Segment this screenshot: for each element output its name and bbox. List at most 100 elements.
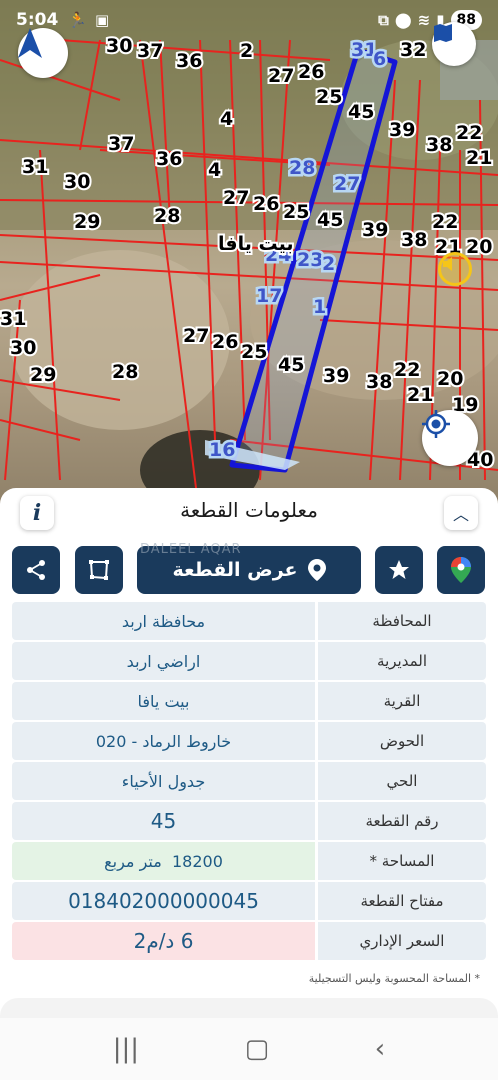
cast-icon: ⧉ [378, 11, 389, 29]
village-map-label: بيت يافا [218, 233, 293, 255]
svg-text:22: 22 [432, 211, 458, 233]
svg-text:26: 26 [253, 193, 279, 215]
row-label: مفتاح القطعة [318, 882, 486, 920]
row-area: المساحة * 18200 متر مربع [12, 842, 486, 880]
svg-text:21: 21 [407, 384, 433, 406]
home-icon[interactable]: ▢ [245, 1034, 270, 1064]
svg-text:38: 38 [366, 371, 392, 393]
row-label: الحوض [318, 722, 486, 760]
status-bar: 5:04 🏃 ▣ ⧉ ⬤ ≋ ▮ 88 [0, 0, 498, 40]
share-button[interactable] [12, 546, 60, 594]
map-layers-icon [434, 24, 452, 42]
row-value: 6 د/م2 [12, 922, 315, 960]
svg-text:30: 30 [64, 171, 90, 193]
area-note: * المساحة المحسوبة وليس التسجيلية [308, 972, 480, 985]
svg-text:27: 27 [334, 173, 360, 195]
location-pin-icon [307, 559, 326, 581]
watermark-text: DALEEL AQAR [140, 542, 242, 557]
compass-icon [18, 28, 42, 58]
svg-text:16: 16 [209, 439, 235, 461]
bottom-tabs-peek[interactable] [0, 998, 498, 1018]
svg-text:38: 38 [401, 229, 427, 251]
audio-guide-button[interactable] [438, 252, 472, 286]
svg-text:39: 39 [389, 119, 415, 141]
row-label: المساحة * [318, 842, 486, 880]
recent-apps-icon[interactable]: ||| [113, 1034, 139, 1064]
svg-text:29: 29 [74, 211, 100, 233]
row-value: 18200 متر مربع [12, 842, 315, 880]
system-nav-bar: ||| ▢ ‹ [0, 1018, 498, 1080]
screen-record-icon: ▣ [94, 11, 110, 29]
svg-text:45: 45 [348, 101, 374, 123]
row-value: 018402000000045 [12, 882, 315, 920]
svg-text:21: 21 [466, 147, 492, 169]
row-value: اراضي اربد [12, 642, 315, 680]
svg-text:23: 23 [297, 249, 323, 271]
svg-text:2: 2 [322, 253, 335, 275]
svg-text:22: 22 [456, 122, 482, 144]
my-location-button[interactable] [422, 410, 478, 466]
row-value: 45 [12, 802, 315, 840]
svg-text:28: 28 [154, 205, 180, 227]
svg-text:31: 31 [0, 308, 26, 330]
svg-text:4: 4 [220, 108, 233, 130]
svg-text:39: 39 [323, 365, 349, 387]
speaker-icon [443, 257, 452, 271]
svg-text:26: 26 [298, 61, 324, 83]
share-icon [27, 560, 45, 580]
svg-text:28: 28 [289, 157, 315, 179]
svg-text:36: 36 [156, 148, 182, 170]
layers-button[interactable] [432, 22, 476, 66]
row-label: القرية [318, 682, 486, 720]
svg-text:37: 37 [137, 40, 163, 62]
svg-text:20: 20 [437, 368, 463, 390]
svg-text:36: 36 [176, 50, 202, 72]
parcel-info-sheet: i معلومات القطعة ︿ عرض القطعة DALEEL AQA… [0, 488, 498, 1028]
polygon-icon [89, 560, 109, 580]
row-value: بيت يافا [12, 682, 315, 720]
google-maps-icon [451, 557, 471, 583]
back-icon[interactable]: ‹ [375, 1034, 385, 1064]
my-location-icon [422, 410, 450, 438]
svg-text:4: 4 [208, 159, 221, 181]
svg-text:22: 22 [394, 359, 420, 381]
row-value: خاروط الرماد - 020 [12, 722, 315, 760]
svg-text:1: 1 [313, 296, 326, 318]
compass-button[interactable] [18, 28, 68, 78]
svg-text:30: 30 [10, 337, 36, 359]
row-value: جدول الأحياء [12, 762, 315, 800]
draw-polygon-button[interactable] [75, 546, 123, 594]
chevron-up-icon: ︿ [452, 505, 469, 524]
svg-text:27: 27 [223, 187, 249, 209]
row-label: السعر الإداري [318, 922, 486, 960]
row-directorate: المديرية اراضي اربد [12, 642, 486, 680]
svg-text:20: 20 [466, 236, 492, 258]
show-parcel-label: عرض القطعة [172, 559, 298, 581]
svg-text:28: 28 [112, 361, 138, 383]
svg-text:31: 31 [22, 156, 48, 178]
svg-text:27: 27 [183, 325, 209, 347]
star-icon [389, 560, 409, 579]
svg-text:32: 32 [400, 39, 426, 61]
row-basin: الحوض خاروط الرماد - 020 [12, 722, 486, 760]
svg-text:37: 37 [108, 133, 134, 155]
row-label: المديرية [318, 642, 486, 680]
row-label: الحي [318, 762, 486, 800]
status-time: 5:04 [16, 10, 59, 30]
google-maps-button[interactable] [437, 546, 485, 594]
svg-text:45: 45 [278, 354, 304, 376]
svg-text:25: 25 [283, 201, 309, 223]
row-village: القرية بيت يافا [12, 682, 486, 720]
svg-text:27: 27 [268, 65, 294, 87]
row-label: المحافظة [318, 602, 486, 640]
row-governorate: المحافظة محافظة اربد [12, 602, 486, 640]
collapse-sheet-button[interactable]: ︿ [444, 496, 478, 530]
svg-text:29: 29 [30, 364, 56, 386]
activity-icon: 🏃 [68, 11, 87, 29]
sheet-title: معلومات القطعة [180, 498, 318, 522]
wifi-icon: ≋ [417, 11, 431, 29]
svg-text:25: 25 [241, 341, 267, 363]
svg-text:38: 38 [426, 134, 452, 156]
favorite-button[interactable] [375, 546, 423, 594]
map-view[interactable]: 30 37 36 2 27 26 25 4 37 36 4 31 30 29 2… [0, 0, 498, 520]
